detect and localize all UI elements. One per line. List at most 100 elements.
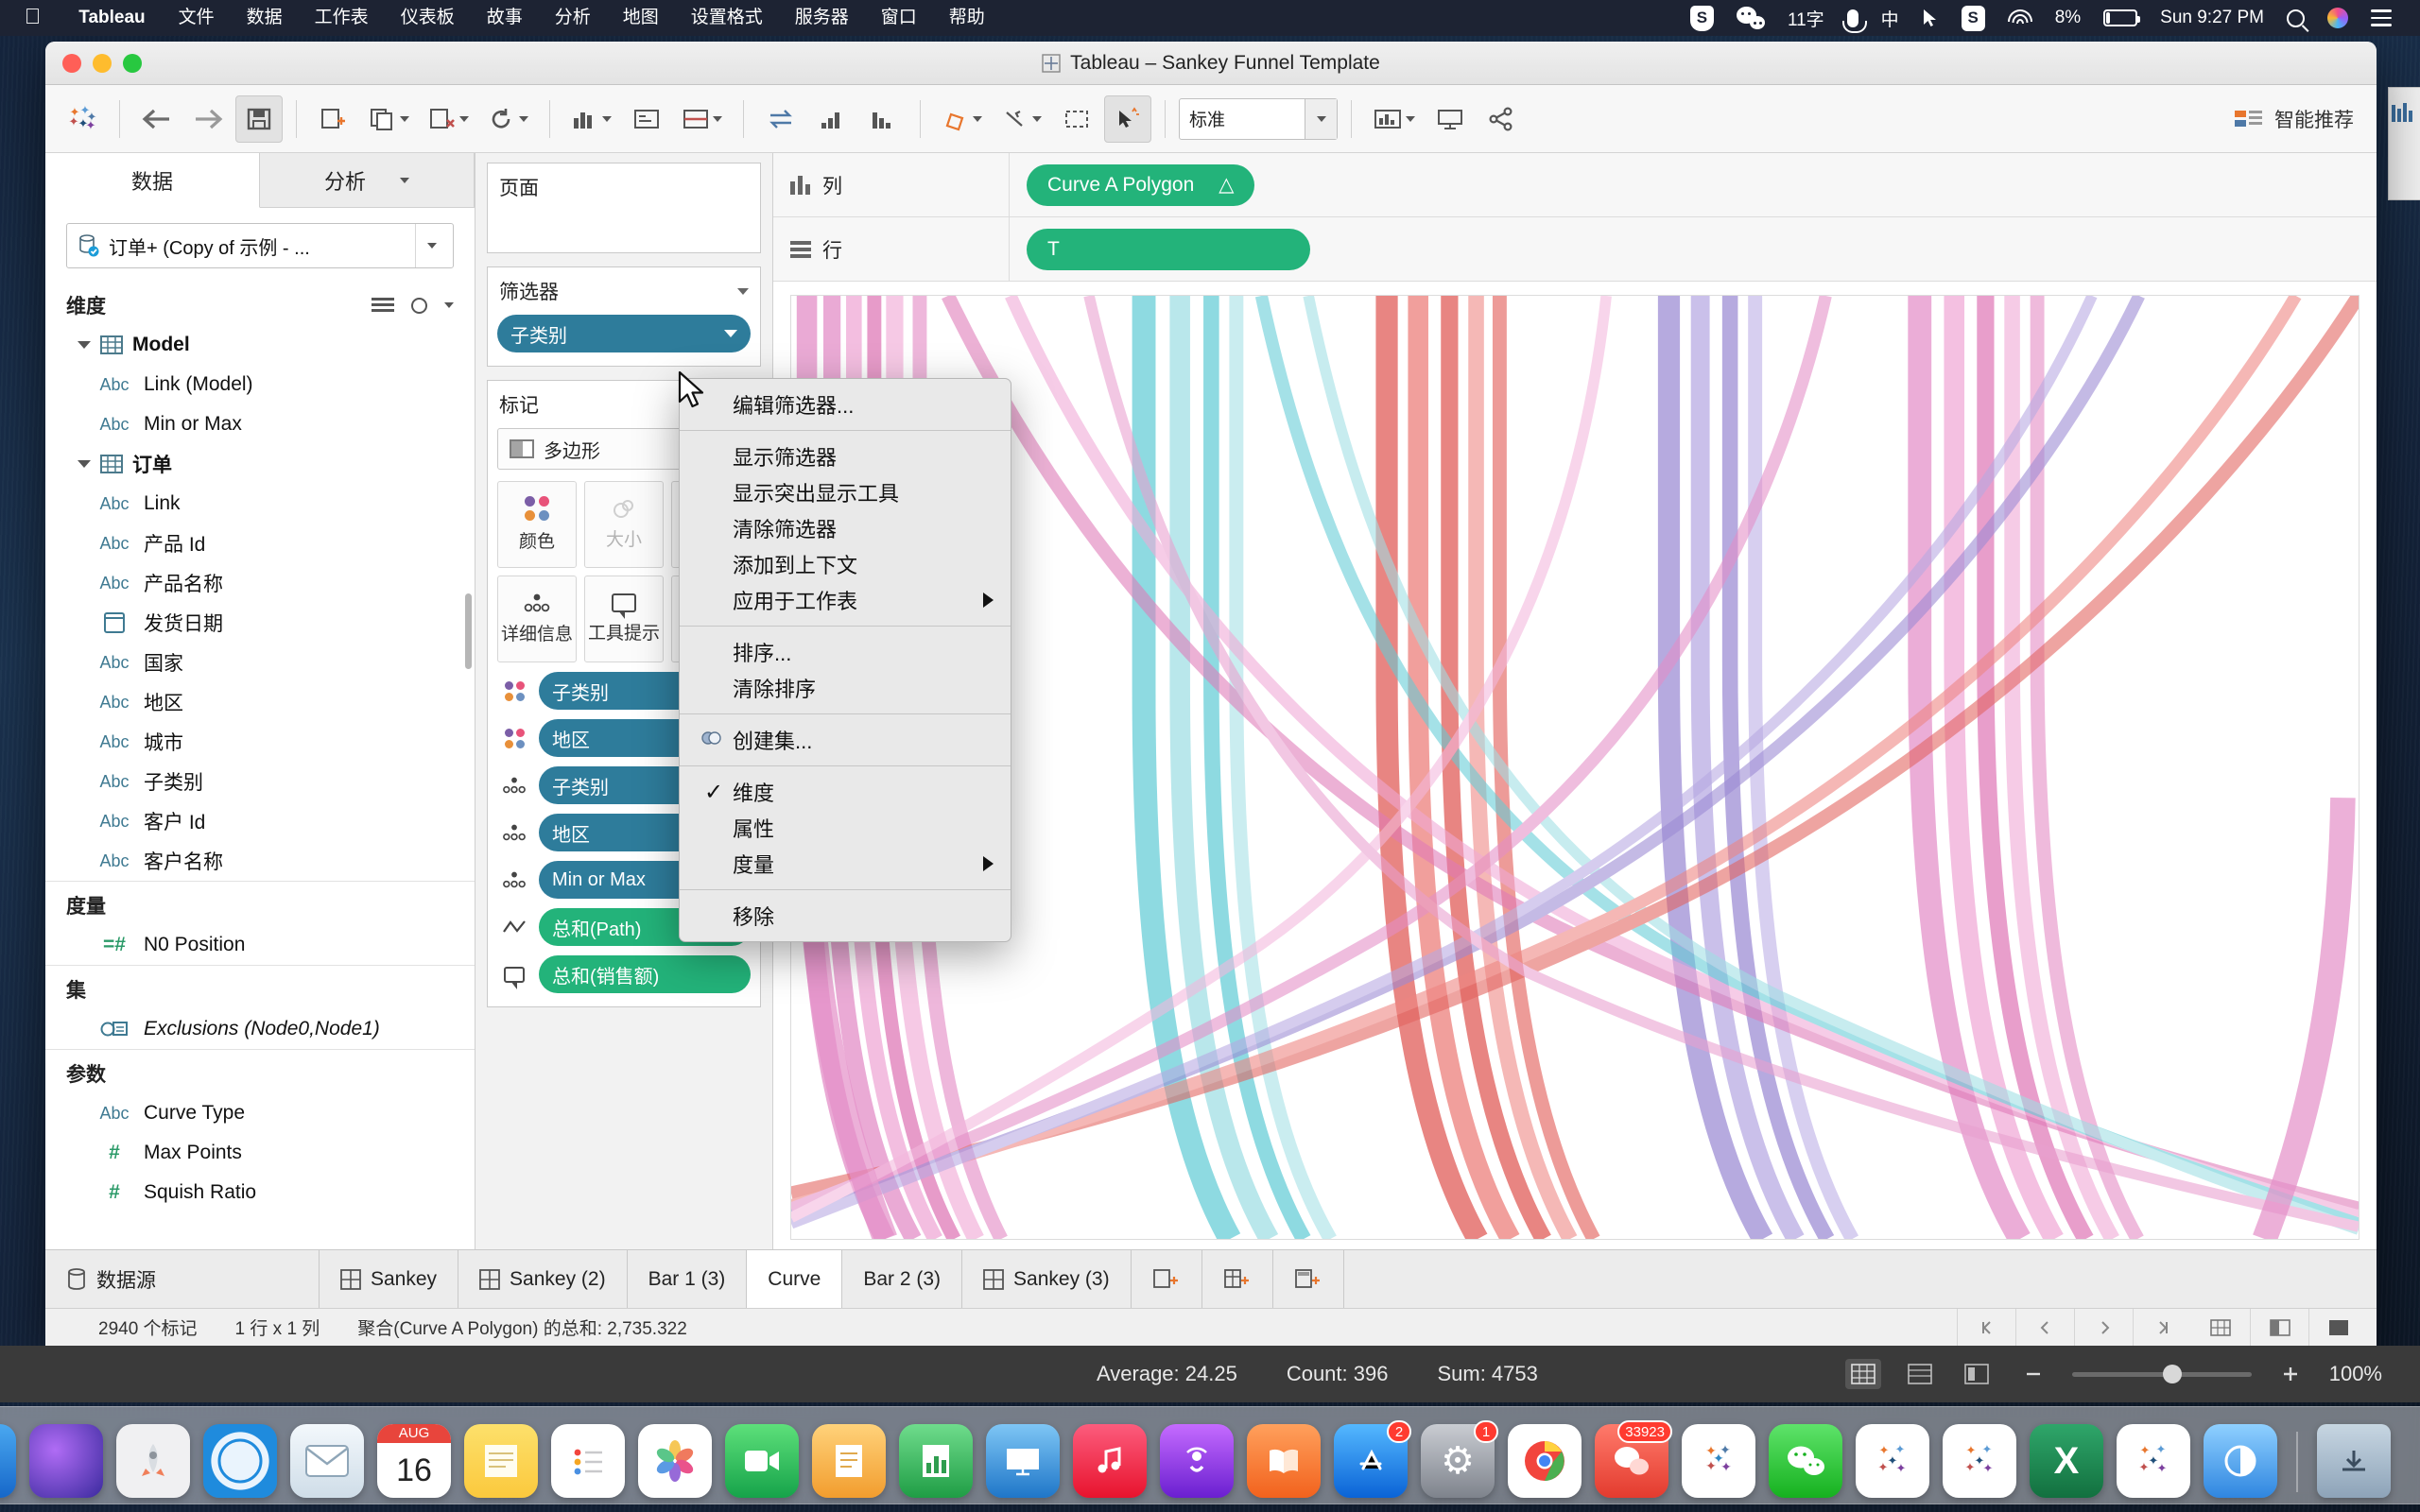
dock-item-chrome[interactable]: [1508, 1424, 1582, 1498]
menu-item-story[interactable]: 故事: [471, 0, 539, 36]
tab-analytics[interactable]: 分析: [260, 153, 475, 207]
dock-item-tableau-prep[interactable]: ✦ ✦ ✦ ✦ ✦: [1682, 1424, 1755, 1498]
fields-list[interactable]: 维度 Model Abc Link (Model) Abc Min or Max…: [45, 282, 475, 1249]
marks-color-button[interactable]: 颜色: [497, 481, 577, 568]
tab-datasource[interactable]: 数据源: [45, 1250, 320, 1308]
pages-card-body[interactable]: [488, 207, 760, 235]
menu-app-name[interactable]: Tableau: [61, 0, 162, 36]
dock-item-numbers[interactable]: [899, 1424, 973, 1498]
chevron-down-icon[interactable]: [78, 341, 91, 349]
menu-show-filter[interactable]: 显示筛选器: [680, 438, 1011, 474]
show-me-icon[interactable]: [1365, 95, 1423, 143]
gallery-view-icon[interactable]: [1959, 1359, 1995, 1389]
list-view-icon[interactable]: [1902, 1359, 1938, 1389]
menu-edit-filter[interactable]: 编辑筛选器...: [680, 387, 1011, 422]
dock-item-books[interactable]: [1247, 1424, 1321, 1498]
datasource-selector[interactable]: 订单+ (Copy of 示例 - ...: [66, 223, 454, 268]
dock-item-preview[interactable]: [2204, 1424, 2277, 1498]
dock-item-wechat-work[interactable]: 33923: [1595, 1420, 1672, 1498]
dock-item-tableau-3[interactable]: ✦ ✦ ✦ ✦ ✦: [2117, 1424, 2190, 1498]
dock-item-calendar[interactable]: AUG 16: [377, 1424, 451, 1498]
back-arrow-icon[interactable]: [133, 95, 181, 143]
rows-shelf-drop[interactable]: T: [1010, 217, 2377, 281]
chevron-down-icon[interactable]: [415, 224, 447, 267]
tab-sankey-3[interactable]: Sankey (3): [962, 1250, 1132, 1308]
sort-ascending-icon[interactable]: [808, 95, 856, 143]
tab-sankey-2[interactable]: Sankey (2): [458, 1250, 628, 1308]
dock-item-photos[interactable]: [638, 1424, 712, 1498]
rows-pill-t[interactable]: T: [1027, 228, 1310, 270]
show-me-label[interactable]: 智能推荐: [2274, 105, 2354, 133]
dock-item-safari[interactable]: [203, 1424, 277, 1498]
dock-item-facetime[interactable]: [725, 1424, 799, 1498]
field-country[interactable]: Abc 国家: [45, 643, 475, 682]
dock-item-mail[interactable]: [290, 1424, 364, 1498]
grid-view-icon[interactable]: [2191, 1309, 2250, 1347]
menu-show-highlighter[interactable]: 显示突出显示工具: [680, 474, 1011, 510]
columns-shelf-drop[interactable]: Curve A Polygon △: [1010, 153, 2377, 216]
dock-item-trash[interactable]: [2404, 1424, 2420, 1498]
next-page-icon[interactable]: [2074, 1308, 2133, 1346]
menu-item-format[interactable]: 设置格式: [675, 0, 779, 36]
filter-pill-context-menu[interactable]: 编辑筛选器... 显示筛选器 显示突出显示工具 清除筛选器 添加到上下文 应用于…: [679, 378, 1011, 942]
spotlight-search-icon[interactable]: [2275, 0, 2316, 36]
presentation-mode-icon[interactable]: [1426, 95, 1474, 143]
control-center-icon[interactable]: [2360, 0, 2403, 36]
menu-item-help[interactable]: 帮助: [933, 0, 1001, 36]
list-view-icon[interactable]: [372, 296, 394, 315]
cursor-icon[interactable]: [1910, 0, 1950, 36]
search-icon[interactable]: [411, 297, 427, 314]
grid-view-icon[interactable]: [1844, 1359, 1881, 1389]
menu-bar-clock[interactable]: Sun 9:27 PM: [2149, 0, 2275, 36]
tab-data[interactable]: 数据: [45, 153, 260, 208]
field-product-name[interactable]: Abc 产品名称: [45, 563, 475, 603]
field-subcategory[interactable]: Abc 子类别: [45, 762, 475, 801]
refresh-data-icon[interactable]: [480, 95, 536, 143]
dock-item-tableau-1[interactable]: ✦ ✦ ✦ ✦ ✦: [1856, 1424, 1929, 1498]
menu-remove[interactable]: 移除: [680, 898, 1011, 934]
menu-item-worksheet[interactable]: 工作表: [299, 0, 385, 36]
sogou-input-icon[interactable]: S: [1679, 0, 1725, 36]
marks-pill-tooltip-sales[interactable]: 总和(销售额): [539, 955, 751, 993]
field-exclusions-set[interactable]: Exclusions (Node0,Node1): [45, 1009, 475, 1049]
field-customer-id[interactable]: Abc 客户 Id: [45, 801, 475, 841]
menu-add-to-context[interactable]: 添加到上下文: [680, 546, 1011, 582]
dock-item-tableau-2[interactable]: ✦ ✦ ✦ ✦ ✦: [1943, 1424, 2016, 1498]
dock-item-finder[interactable]: [0, 1424, 16, 1498]
filters-card-body[interactable]: 子类别: [488, 311, 760, 366]
data-pane-scrollbar[interactable]: [465, 593, 472, 669]
field-product-id[interactable]: Abc 产品 Id: [45, 524, 475, 563]
duplicate-sheet-icon[interactable]: [361, 95, 417, 143]
dock-item-notes[interactable]: [464, 1424, 538, 1498]
dock-item-downloads[interactable]: [2317, 1424, 2391, 1498]
fullscreen-view-icon[interactable]: [2308, 1308, 2367, 1346]
siri-icon[interactable]: [2316, 0, 2360, 36]
dock-item-appstore[interactable]: 2: [1334, 1420, 1411, 1498]
field-n0-position[interactable]: =# N0 Position: [45, 925, 475, 965]
dock-item-pages[interactable]: [812, 1424, 886, 1498]
chevron-down-icon[interactable]: [78, 460, 91, 468]
battery-icon[interactable]: [2092, 0, 2149, 36]
last-page-icon[interactable]: [2133, 1308, 2191, 1346]
columns-pill-curve-a-polygon[interactable]: Curve A Polygon △: [1027, 163, 1255, 206]
show-me-grid-icon[interactable]: [2233, 107, 2265, 131]
field-max-points[interactable]: # Max Points: [45, 1133, 475, 1173]
dock-item-podcasts[interactable]: [1160, 1424, 1234, 1498]
dock-item-keynote[interactable]: [986, 1424, 1060, 1498]
field-ship-date[interactable]: 发货日期: [45, 603, 475, 643]
group-members-icon[interactable]: [994, 95, 1049, 143]
menu-measure[interactable]: 度量: [680, 846, 1011, 882]
field-region[interactable]: Abc 地区: [45, 682, 475, 722]
field-folder-orders[interactable]: 订单: [45, 444, 475, 484]
dock-item-reminders[interactable]: [551, 1424, 625, 1498]
tableau-home-icon[interactable]: ✦ ✦ ✦ ✦ ✦ ✦: [59, 95, 106, 143]
minimize-window-button[interactable]: [93, 53, 112, 73]
chevron-down-icon[interactable]: [400, 177, 409, 183]
microphone-icon[interactable]: [1836, 0, 1870, 36]
field-folder-model[interactable]: Model: [45, 325, 475, 365]
new-worksheet-icon[interactable]: [310, 95, 357, 143]
menu-item-file[interactable]: 文件: [163, 0, 231, 36]
dock-item-music[interactable]: [1073, 1424, 1147, 1498]
zoom-in-icon[interactable]: [2273, 1359, 2308, 1389]
forward-arrow-icon[interactable]: [184, 95, 232, 143]
